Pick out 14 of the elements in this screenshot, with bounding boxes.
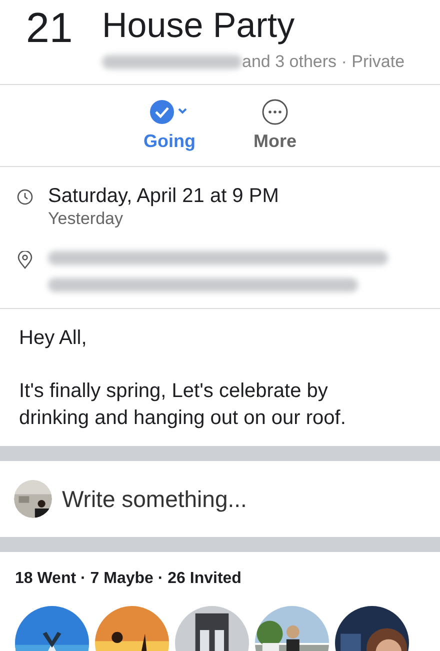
event-date: Saturday, April 21 at 9 PM — [48, 185, 279, 208]
location-pin-icon — [17, 251, 33, 269]
more-icon — [262, 99, 288, 125]
guest-summary: 18 Went · 7 Maybe · 26 Invited — [15, 570, 242, 588]
going-button[interactable]: Going — [139, 95, 200, 156]
relative-date: Yesterday — [48, 209, 124, 229]
description-text: It's finally spring, Let's celebrate by drinking and hanging out on our roof. — [19, 379, 347, 431]
hosts-text: and 3 others · Private — [242, 52, 405, 72]
clock-icon — [17, 189, 33, 205]
event-day: 21 — [26, 4, 102, 84]
description-text: Hey All, — [19, 326, 88, 351]
check-icon — [149, 99, 190, 125]
more-button[interactable]: More — [249, 95, 300, 156]
event-title: House Party — [102, 5, 296, 47]
